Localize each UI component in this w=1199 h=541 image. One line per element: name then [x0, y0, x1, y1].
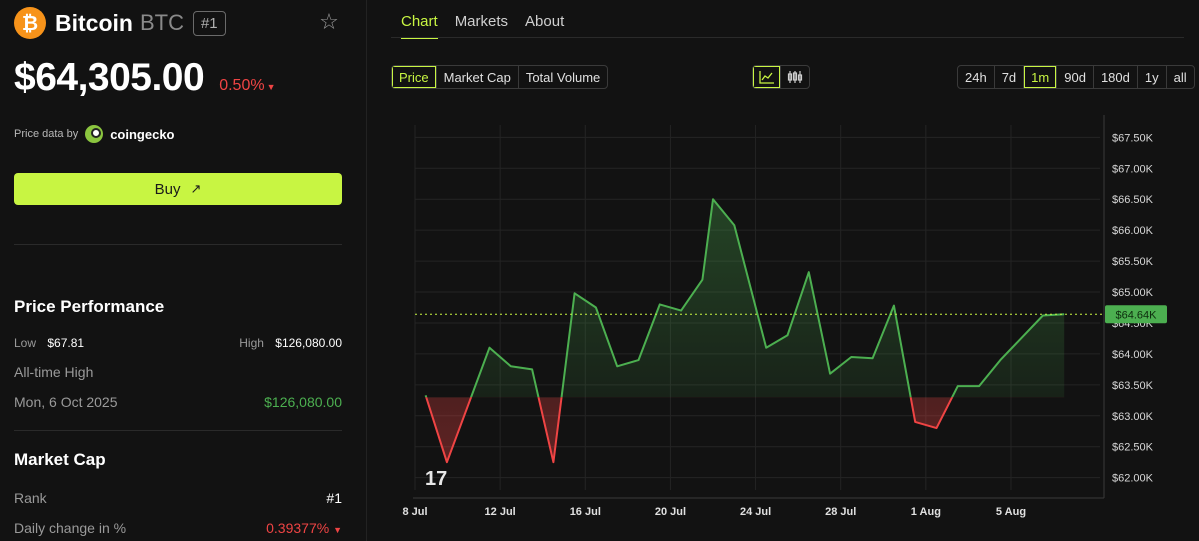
x-tick-label: 20 Jul — [655, 506, 686, 518]
price-source: Price data by coingecko — [14, 125, 175, 143]
y-tick-label: $64.00K — [1112, 349, 1154, 361]
price-chart-svg[interactable]: $62.00K$62.50K$63.00K$63.50K$64.00K$64.5… — [390, 110, 1199, 541]
coin-header: ₿ Bitcoin BTC #1 ☆ — [14, 7, 344, 39]
metric-price[interactable]: Price — [392, 66, 437, 88]
high-value: $126,080.00 — [275, 336, 342, 350]
daily-change-row: Daily change in % 0.39377% ▼ — [14, 520, 342, 536]
range-180d[interactable]: 180d — [1094, 66, 1138, 88]
price-source-label: Price data by — [14, 128, 79, 140]
chart-type-selector — [752, 65, 810, 89]
buy-button[interactable]: Buy ↗ — [14, 173, 342, 205]
price-change-value: 0.50% — [219, 77, 265, 94]
price-chart[interactable]: $62.00K $62.50K $63.00K $63.50K $64.00K $64.5… — [390, 110, 1199, 541]
rank-label: Rank — [14, 490, 47, 506]
panel-separator — [366, 0, 367, 541]
area-fill-up — [425, 199, 1065, 398]
x-tick-label: 16 Jul — [570, 506, 601, 518]
rank-value: #1 — [326, 490, 342, 506]
low-high-row: Low $67.81 High $126,080.00 — [14, 336, 342, 350]
tradingview-watermark-icon: 17 — [425, 468, 447, 490]
y-tick-label: $67.50K — [1112, 132, 1154, 144]
range-all[interactable]: all — [1167, 66, 1194, 88]
x-tick-label: 12 Jul — [485, 506, 516, 518]
range-1m[interactable]: 1m — [1024, 66, 1058, 88]
range-90d[interactable]: 90d — [1057, 66, 1094, 88]
y-tick-label: $63.00K — [1112, 411, 1154, 423]
buy-button-label: Buy — [154, 180, 181, 198]
bitcoin-logo-icon: ₿ — [14, 7, 46, 39]
tab-about[interactable]: About — [525, 13, 564, 39]
high-label: High — [239, 336, 264, 350]
price-row: $64,305.00 0.50% ▼ — [14, 56, 276, 100]
coin-summary-panel: ₿ Bitcoin BTC #1 ☆ $64,305.00 0.50% ▼ Pri… — [0, 0, 358, 541]
x-tick-label: 24 Jul — [740, 506, 771, 518]
y-tick-label: $65.50K — [1112, 256, 1154, 268]
down-arrow-icon: ▼ — [333, 525, 342, 535]
tabs-divider — [391, 37, 1184, 38]
metric-market-cap[interactable]: Market Cap — [437, 66, 519, 88]
y-tick-label: $63.50K — [1112, 380, 1154, 392]
tab-chart[interactable]: Chart — [401, 13, 438, 39]
time-range-selector: 24h 7d 1m 90d 180d 1y all — [957, 65, 1195, 89]
current-price-label: $64.64K — [1116, 309, 1158, 321]
market-cap-title: Market Cap — [14, 450, 106, 469]
x-tick-label: 1 Aug — [911, 506, 941, 518]
range-7d[interactable]: 7d — [995, 66, 1025, 88]
metric-selector: Price Market Cap Total Volume — [391, 65, 609, 89]
current-price: $64,305.00 — [14, 56, 205, 99]
x-tick-label: 5 Aug — [996, 506, 1026, 518]
divider — [14, 244, 342, 245]
favorite-star-icon[interactable]: ☆ — [316, 9, 342, 35]
coingecko-logo-icon — [85, 125, 104, 143]
low-value: $67.81 — [47, 336, 85, 350]
price-change: 0.50% ▼ — [219, 77, 275, 95]
ath-date: Mon, 6 Oct 2025 — [14, 394, 118, 410]
ath-label-row: All-time High — [14, 364, 342, 380]
divider — [14, 430, 342, 431]
y-tick-label: $67.00K — [1112, 163, 1154, 175]
x-tick-label: 8 Jul — [402, 506, 427, 518]
rank-badge: #1 — [192, 10, 226, 36]
coin-name: Bitcoin — [55, 9, 133, 36]
range-1y[interactable]: 1y — [1138, 66, 1167, 88]
main-tabs: Chart Markets About — [401, 13, 564, 39]
tab-markets[interactable]: Markets — [455, 13, 508, 39]
y-tick-label: $62.00K — [1112, 473, 1154, 485]
price-performance-title: Price Performance — [14, 297, 165, 316]
range-24h[interactable]: 24h — [958, 66, 995, 88]
y-tick-label: $62.50K — [1112, 442, 1154, 454]
y-tick-label: $65.00K — [1112, 287, 1154, 299]
x-tick-label: 28 Jul — [825, 506, 856, 518]
coin-symbol: BTC — [139, 10, 184, 35]
daily-change-value: 0.39377% — [266, 520, 330, 536]
daily-change-label: Daily change in % — [14, 520, 127, 536]
y-tick-label: $66.00K — [1112, 225, 1154, 237]
candlestick-icon[interactable] — [781, 66, 809, 88]
line-chart-icon[interactable] — [753, 66, 781, 88]
external-arrow-icon: ↗ — [190, 181, 202, 196]
down-arrow-icon: ▼ — [266, 82, 276, 92]
rank-row: Rank #1 — [14, 490, 342, 506]
ath-label: All-time High — [14, 364, 94, 380]
y-tick-label: $66.50K — [1112, 194, 1154, 206]
low-label: Low — [14, 336, 37, 350]
metric-total-volume[interactable]: Total Volume — [519, 66, 607, 88]
ath-value: $126,080.00 — [264, 394, 342, 410]
ath-row: Mon, 6 Oct 2025 $126,080.00 — [14, 394, 342, 410]
price-source-provider[interactable]: coingecko — [110, 127, 174, 142]
